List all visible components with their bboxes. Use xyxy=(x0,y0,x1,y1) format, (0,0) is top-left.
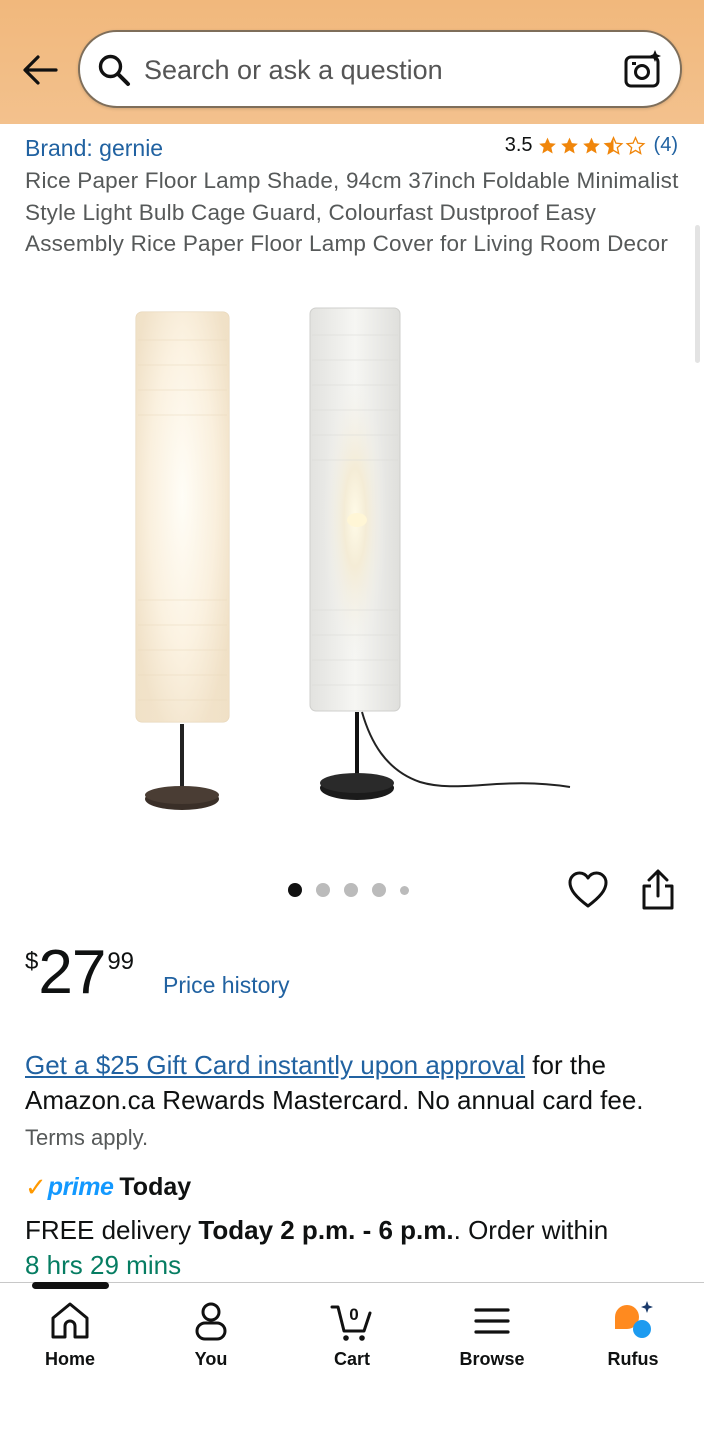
prime-badge: ✓ prime Today xyxy=(25,1172,191,1203)
wishlist-button[interactable] xyxy=(566,868,610,912)
lamp-photo xyxy=(135,307,571,810)
delivery-info: FREE delivery Today 2 p.m. - 6 p.m.. Ord… xyxy=(25,1213,685,1283)
person-icon xyxy=(195,1302,227,1341)
delivery-window: Today 2 p.m. - 6 p.m. xyxy=(198,1215,454,1245)
home-icon xyxy=(51,1302,89,1339)
star-rating xyxy=(537,135,646,156)
image-carousel-dots xyxy=(288,883,409,897)
active-tab-indicator xyxy=(32,1282,109,1289)
carousel-dot[interactable] xyxy=(316,883,330,897)
nav-rufus[interactable]: Rufus xyxy=(583,1299,683,1370)
search-input[interactable] xyxy=(144,46,604,94)
cart-icon: 0 xyxy=(330,1305,372,1341)
star-full-icon xyxy=(582,137,600,153)
nav-cart-label: Cart xyxy=(333,1349,370,1369)
star-full-icon xyxy=(560,137,578,153)
heart-icon xyxy=(568,871,608,908)
nav-home[interactable]: Home xyxy=(20,1299,120,1370)
back-arrow-icon xyxy=(23,55,58,85)
prime-label: prime xyxy=(47,1173,114,1201)
carousel-dot[interactable] xyxy=(400,885,409,895)
rufus-icon xyxy=(615,1301,653,1338)
nav-cart[interactable]: 0 Cart xyxy=(302,1299,402,1370)
nav-you[interactable]: You xyxy=(161,1299,261,1370)
top-header xyxy=(0,0,704,124)
share-icon xyxy=(642,869,674,910)
prime-today-label: Today xyxy=(119,1173,192,1201)
brand-link[interactable]: Brand: gernie xyxy=(25,135,163,162)
rating-count-link[interactable]: (4) xyxy=(654,134,678,157)
delivery-middle: . Order within xyxy=(453,1215,609,1245)
nav-you-label: You xyxy=(194,1349,228,1369)
gift-card-offer-link[interactable]: Get a $25 Gift Card instantly upon appro… xyxy=(25,1050,525,1080)
price: $ 27 99 xyxy=(25,942,134,1004)
bottom-navigation: Home You 0 Cart Browse Rufus xyxy=(0,1282,704,1439)
price-fraction: 99 xyxy=(107,948,135,975)
product-title: Rice Paper Floor Lamp Shade, 94cm 37inch… xyxy=(25,168,679,256)
carousel-dot[interactable] xyxy=(288,883,302,897)
star-full-icon xyxy=(538,137,556,153)
star-empty-icon xyxy=(625,135,645,155)
scrollbar[interactable] xyxy=(695,225,700,363)
camera-lens-icon[interactable] xyxy=(622,48,664,90)
prime-check-icon: ✓ xyxy=(25,1172,47,1202)
search-bar[interactable] xyxy=(78,30,682,108)
nav-browse-label: Browse xyxy=(459,1349,525,1369)
star-half-icon xyxy=(603,135,623,155)
nav-browse[interactable]: Browse xyxy=(442,1299,542,1370)
cart-count-badge: 0 xyxy=(349,1305,358,1324)
price-symbol: $ xyxy=(25,948,39,975)
menu-icon xyxy=(474,1308,510,1334)
price-history-link[interactable]: Price history xyxy=(163,972,290,999)
delivery-prefix: FREE delivery xyxy=(25,1215,199,1245)
credit-card-offer: Get a $25 Gift Card instantly upon appro… xyxy=(25,1048,685,1155)
share-button[interactable] xyxy=(638,868,678,912)
carousel-dot[interactable] xyxy=(344,883,358,897)
nav-rufus-label: Rufus xyxy=(607,1349,659,1369)
back-button[interactable] xyxy=(18,48,62,92)
price-whole: 27 xyxy=(38,938,106,1007)
nav-home-label: Home xyxy=(44,1349,95,1369)
rating-summary[interactable]: 3.5 (4) xyxy=(505,134,678,157)
order-countdown: 8 hrs 29 mins xyxy=(25,1250,182,1280)
product-image[interactable] xyxy=(100,300,600,830)
rating-value: 3.5 xyxy=(504,134,533,156)
carousel-dot[interactable] xyxy=(372,883,386,897)
offer-terms: Terms apply. xyxy=(25,1125,149,1150)
search-icon xyxy=(98,54,130,86)
